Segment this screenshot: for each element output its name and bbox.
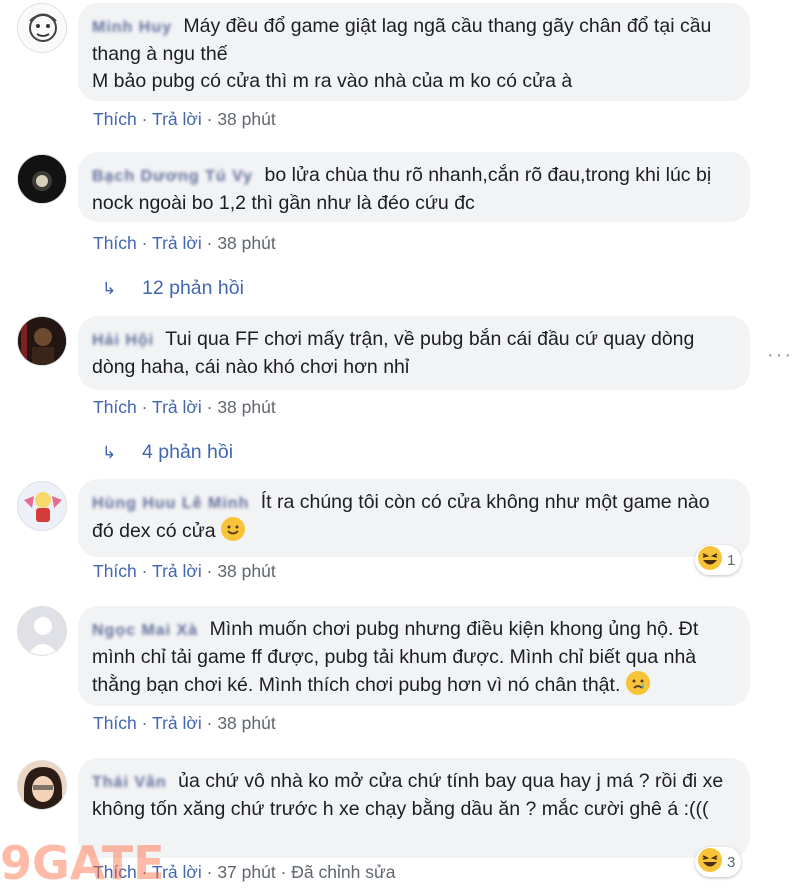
- watermark-logo: 9GATE: [0, 836, 165, 890]
- timestamp[interactable]: 38 phút: [217, 713, 275, 733]
- comment-actions: Thích · Trả lời · 38 phút: [93, 109, 276, 129]
- reply-arrow-icon: ↳: [102, 443, 117, 462]
- reply-link[interactable]: Trả lời: [152, 109, 202, 129]
- avatar[interactable]: [17, 606, 67, 656]
- timestamp[interactable]: 38 phút: [217, 561, 275, 581]
- reply-arrow-icon: ↳: [102, 279, 117, 298]
- comment-actions: Thích · Trả lời · 38 phút: [93, 561, 276, 581]
- view-replies-link[interactable]: ↳ 4 phản hồi: [102, 441, 233, 464]
- reply-link[interactable]: Trả lời: [152, 713, 202, 733]
- comment-text: ủa chứ vô nhà ko mở cửa chứ tính bay qua…: [92, 770, 724, 820]
- comment-author[interactable]: Ngọc Mai Xà: [92, 617, 198, 644]
- avatar[interactable]: [17, 154, 67, 204]
- like-link[interactable]: Thích: [93, 561, 137, 581]
- comment-author[interactable]: Minh Huy: [92, 14, 172, 41]
- edited-label[interactable]: Đã chỉnh sửa: [291, 862, 395, 882]
- avatar[interactable]: [17, 316, 67, 366]
- haha-reaction-icon: [697, 847, 723, 877]
- avatar-girl-photo-icon: [18, 761, 66, 809]
- sad-emoji-icon: [625, 671, 650, 695]
- timestamp[interactable]: 38 phút: [217, 397, 275, 417]
- view-replies-link[interactable]: ↳ 12 phản hồi: [102, 277, 244, 300]
- avatar[interactable]: [17, 760, 67, 810]
- reaction-count: 3: [727, 853, 736, 871]
- comment-actions: Thích · Trả lời · 38 phút: [93, 233, 276, 253]
- comment-bubble: Thái Vân ủa chứ vô nhà ko mở cửa chứ tín…: [78, 758, 750, 858]
- like-link[interactable]: Thích: [93, 233, 137, 253]
- haha-reaction-icon: [697, 545, 723, 575]
- reply-link[interactable]: Trả lời: [152, 561, 202, 581]
- comment-author[interactable]: Hùng Huu Lê Minh: [92, 490, 249, 517]
- avatar-night-photo-icon: [18, 155, 66, 203]
- like-link[interactable]: Thích: [93, 109, 137, 129]
- timestamp[interactable]: 38 phút: [217, 109, 275, 129]
- more-options-icon[interactable]: ···: [767, 344, 793, 367]
- comment-author[interactable]: Hải Hội: [92, 327, 154, 354]
- like-link[interactable]: Thích: [93, 713, 137, 733]
- comment-bubble: Bạch Dương Tú Vy bo lửa chùa thu rõ nhan…: [78, 152, 750, 222]
- like-link[interactable]: Thích: [93, 397, 137, 417]
- comment-text: Tui qua FF chơi mấy trận, về pubg bắn cá…: [92, 328, 695, 378]
- default-avatar-icon: [18, 607, 66, 655]
- comment-bubble: Hùng Huu Lê Minh Ít ra chúng tôi còn có …: [78, 479, 750, 557]
- reply-link[interactable]: Trả lời: [152, 397, 202, 417]
- avatar-anime-icon: [18, 482, 66, 530]
- timestamp[interactable]: 38 phút: [217, 233, 275, 253]
- avatar[interactable]: [17, 3, 67, 53]
- reaction-summary[interactable]: 3: [695, 847, 742, 877]
- avatar[interactable]: [17, 481, 67, 531]
- comment-actions: Thích · Trả lời · 38 phút: [93, 713, 276, 733]
- reaction-summary[interactable]: 1: [695, 545, 742, 575]
- smile-emoji-icon: [221, 517, 246, 541]
- comment-actions: Thích · Trả lời · 38 phút: [93, 397, 276, 417]
- comment-author[interactable]: Thái Vân: [92, 769, 167, 796]
- comment-bubble: Minh Huy Máy đều đổ game giật lag ngã cầ…: [78, 3, 750, 101]
- comment-bubble: Hải Hội Tui qua FF chơi mấy trận, về pub…: [78, 316, 750, 390]
- timestamp[interactable]: 37 phút: [217, 862, 275, 882]
- reaction-count: 1: [727, 551, 736, 569]
- avatar-dark-photo-icon: [18, 317, 66, 365]
- comment-text: Máy đều đổ game giật lag ngã cầu thang g…: [92, 15, 712, 92]
- reply-link[interactable]: Trả lời: [152, 233, 202, 253]
- comment-author[interactable]: Bạch Dương Tú Vy: [92, 163, 253, 190]
- comment-bubble: Ngọc Mai Xà Mình muốn chơi pubg nhưng đi…: [78, 606, 750, 706]
- avatar-cartoon-icon: [18, 4, 66, 52]
